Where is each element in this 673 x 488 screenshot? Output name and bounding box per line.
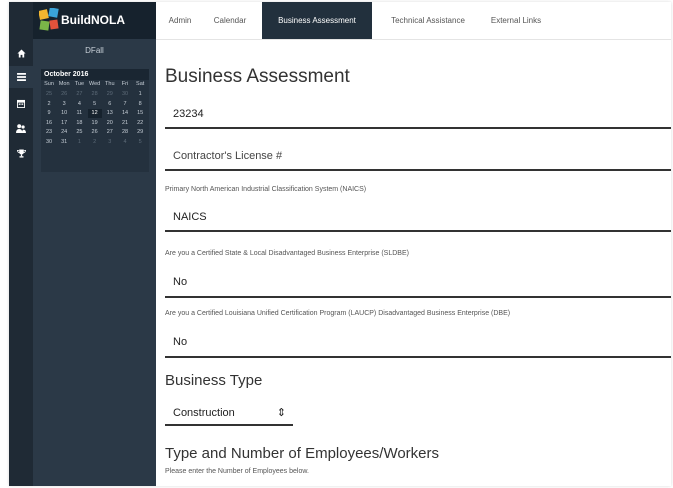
- calendar-weekday: Sun: [44, 81, 54, 87]
- calendar-day[interactable]: 10: [57, 109, 71, 118]
- calendar-day[interactable]: 24: [57, 128, 71, 137]
- calendar-icon[interactable]: [9, 92, 33, 114]
- top-navigation: Admin Calendar Business Assessment Techn…: [156, 2, 671, 40]
- calendar-day[interactable]: 21: [118, 119, 132, 128]
- dbe-field[interactable]: No: [165, 326, 671, 358]
- home-icon[interactable]: [9, 42, 33, 64]
- business-type-value: Construction: [173, 407, 235, 419]
- calendar-day[interactable]: 3: [57, 100, 71, 109]
- calendar-weekday: Sat: [136, 81, 145, 87]
- calendar-weekday-row: Sun Mon Tue Wed Thu Fri Sat: [42, 80, 148, 89]
- calendar-day[interactable]: 5: [88, 100, 102, 109]
- tab-calendar[interactable]: Calendar: [204, 2, 256, 39]
- calendar-day[interactable]: 9: [42, 109, 56, 118]
- calendar-day[interactable]: 6: [103, 100, 117, 109]
- calendar-day[interactable]: 13: [103, 109, 117, 118]
- contractors-license-field[interactable]: Contractor's License #: [165, 141, 671, 171]
- calendar-weekday: Mon: [58, 81, 70, 87]
- business-id-field[interactable]: 23234: [165, 99, 671, 129]
- sidebar: BuildNOLA DFall October 2016 Sun Mon Tue We…: [33, 2, 156, 486]
- calendar-day[interactable]: 1: [133, 90, 147, 99]
- employees-heading: Type and Number of Employees/Workers: [165, 445, 440, 462]
- calendar-weekday: Thu: [105, 81, 115, 87]
- naics-label: Primary North American Industrial Classi…: [165, 186, 367, 193]
- calendar-week-row: 25 26 27 28 29 30 1: [42, 90, 148, 99]
- calendar-day[interactable]: 2: [88, 138, 102, 147]
- calendar-day[interactable]: 26: [57, 90, 71, 99]
- select-arrows-icon: ⇕: [276, 407, 286, 419]
- calendar-day[interactable]: 30: [42, 138, 56, 147]
- calendar-day[interactable]: 3: [103, 138, 117, 147]
- tab-admin[interactable]: Admin: [162, 2, 198, 39]
- dbe-label: Are you a Certified Louisiana Unified Ce…: [165, 310, 511, 317]
- calendar-day[interactable]: 28: [118, 128, 132, 137]
- naics-field[interactable]: NAICS: [165, 202, 671, 232]
- calendar-day[interactable]: 30: [118, 90, 132, 99]
- calendar-weekday: Tue: [74, 81, 85, 87]
- calendar-day[interactable]: 4: [72, 100, 86, 109]
- calendar-day[interactable]: 29: [103, 90, 117, 99]
- calendar-day[interactable]: 27: [103, 128, 117, 137]
- calendar-day[interactable]: 7: [118, 100, 132, 109]
- business-type-select[interactable]: Construction ⇕: [165, 402, 293, 426]
- calendar-day[interactable]: 15: [133, 109, 147, 118]
- tab-technical-assistance[interactable]: Technical Assistance: [378, 2, 478, 39]
- users-icon[interactable]: [9, 117, 33, 139]
- calendar-day[interactable]: 17: [57, 119, 71, 128]
- sldbe-field[interactable]: No: [165, 266, 671, 298]
- tab-external-links[interactable]: External Links: [484, 2, 548, 39]
- tab-business-assessment[interactable]: Business Assessment: [262, 2, 372, 39]
- calendar-day[interactable]: 11: [72, 109, 86, 118]
- calendar-day[interactable]: 8: [133, 100, 147, 109]
- calendar-week-row: 30 31 1 2 3 4 5: [42, 138, 148, 147]
- calendar-day[interactable]: 14: [118, 109, 132, 118]
- calendar-weekday: Fri: [121, 81, 129, 87]
- calendar-day[interactable]: 26: [88, 128, 102, 137]
- brand-name: BuildNOLA: [61, 13, 125, 27]
- calendar-day[interactable]: 25: [42, 90, 56, 99]
- calendar-day[interactable]: 23: [42, 128, 56, 137]
- trophy-icon[interactable]: [9, 142, 33, 164]
- calendar-day[interactable]: 28: [88, 90, 102, 99]
- filter-label[interactable]: DFall: [33, 46, 156, 55]
- calendar-day[interactable]: 4: [118, 138, 132, 147]
- page-title: Business Assessment: [165, 66, 350, 87]
- calendar-day[interactable]: 12: [87, 109, 102, 118]
- calendar-week-row: 16 17 18 19 20 21 22: [42, 119, 148, 128]
- app-window: BuildNOLA DFall October 2016 Sun Mon Tue We…: [9, 2, 671, 486]
- calendar-weekday: Wed: [88, 81, 101, 87]
- list-icon[interactable]: [9, 66, 33, 88]
- calendar-week-row: 2345678: [42, 100, 148, 109]
- calendar-day[interactable]: 22: [133, 119, 147, 128]
- calendar-day[interactable]: 1: [72, 138, 86, 147]
- main-content: Business Assessment 23234 Contractor's L…: [156, 40, 671, 486]
- calendar-day[interactable]: 20: [103, 119, 117, 128]
- calendar-day[interactable]: 27: [72, 90, 86, 99]
- mini-calendar: October 2016 Sun Mon Tue Wed Thu Fri Sat 25 26 2…: [41, 69, 149, 172]
- calendar-day[interactable]: 31: [57, 138, 71, 147]
- business-type-heading: Business Type: [165, 372, 263, 389]
- calendar-month-label[interactable]: October 2016: [41, 69, 149, 80]
- calendar-day[interactable]: 19: [88, 119, 102, 128]
- brand-bar[interactable]: BuildNOLA: [33, 2, 156, 39]
- calendar-week-row: 23 24 25 26 27 28 29: [42, 128, 148, 137]
- calendar-day[interactable]: 2: [42, 100, 56, 109]
- employees-hint: Please enter the Number of Employees bel…: [165, 468, 309, 475]
- icon-rail: [9, 2, 33, 486]
- buildnola-logo-icon: [39, 8, 59, 31]
- calendar-day[interactable]: 29: [133, 128, 147, 137]
- calendar-week-row: 9 10 11 12 13 14 15: [42, 109, 148, 118]
- sldbe-label: Are you a Certified State & Local Disadv…: [165, 250, 409, 257]
- calendar-day[interactable]: 16: [42, 119, 56, 128]
- calendar-day[interactable]: 18: [72, 119, 86, 128]
- calendar-day[interactable]: 25: [72, 128, 86, 137]
- calendar-day[interactable]: 5: [133, 138, 147, 147]
